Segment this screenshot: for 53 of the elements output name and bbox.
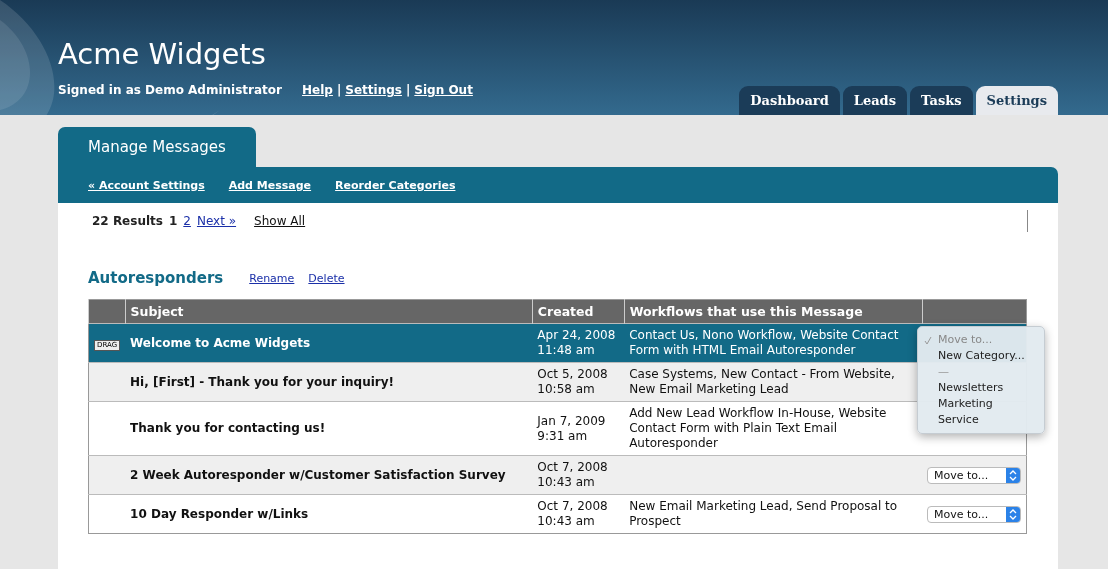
section-link[interactable]: Rename	[249, 271, 295, 285]
column-header: Subject	[125, 299, 533, 324]
header-link[interactable]: Help	[302, 83, 333, 97]
subject-text: Hi, [First] - Thank you for your inquiry!	[130, 374, 395, 389]
workflows-text: Case Systems, New Contact - From Website, New Email Marketing Lead	[629, 367, 895, 396]
app-title: Acme Widgets	[58, 37, 267, 71]
nav-tab[interactable]: Leads	[842, 86, 908, 115]
created-date: Oct 5, 2008	[537, 367, 609, 382]
subject-text: 10 Day Responder w/Links	[130, 506, 309, 521]
menu-separator: —	[937, 364, 950, 380]
nav-link[interactable]: Reorder Categories	[335, 178, 456, 192]
stepper-icon	[1006, 467, 1020, 483]
created-date: Apr 24, 2008	[537, 328, 617, 343]
subject-text: 2 Week Autoresponder w/Customer Satisfaction Survey	[130, 467, 506, 482]
created-date: Oct 7, 2008	[537, 499, 609, 514]
column-header: Created	[532, 299, 625, 324]
link-separator: |	[336, 83, 342, 97]
column-header	[88, 299, 126, 324]
section-link[interactable]: Delete	[308, 271, 345, 285]
workflows-text: Add New Lead Workflow In-House, Website Contact Form with Plain Text Email Autoresponder	[629, 406, 887, 450]
created-time: 10:43 am	[537, 514, 596, 529]
nav-link[interactable]: Add Message	[228, 178, 312, 192]
current-page: 1	[168, 214, 178, 228]
created-time: 10:43 am	[537, 475, 596, 490]
header-link[interactable]: Sign Out	[414, 83, 473, 97]
header-link[interactable]: Settings	[345, 83, 402, 97]
signed-in-text: Signed in as Demo Administrator	[58, 83, 282, 97]
nav-link[interactable]: « Account Settings	[88, 178, 205, 192]
nav-tab[interactable]: Settings	[975, 86, 1058, 115]
results-count: 22 Results	[92, 214, 163, 228]
move-select[interactable]: Move to...	[927, 505, 1021, 523]
subject-text: Welcome to Acme Widgets	[130, 335, 311, 350]
created-date: Oct 7, 2008	[537, 460, 609, 475]
stepper-icon	[1006, 506, 1020, 522]
created-date: Jan 7, 2009	[537, 413, 607, 429]
nav-tab[interactable]: Dashboard	[739, 86, 840, 115]
workflows-text: New Email Marketing Lead, Send Proposal to Prospect	[629, 499, 898, 528]
column-header: Workflows that use this Message	[624, 299, 922, 324]
nav-tab[interactable]: Tasks	[910, 86, 973, 115]
workflows-text: Contact Us, Nono Workflow, Website Contact Form with HTML Email Autoresponder	[629, 328, 899, 357]
created-time: 9:31 am	[537, 428, 589, 444]
table-row[interactable]: 2 Week Autoresponder w/Customer Satisfaction Survey Oct 7, 2008 10:43 am Move to...	[88, 455, 1027, 495]
created-time: 10:58 am	[537, 382, 596, 397]
check-icon	[924, 336, 932, 345]
panel-tab[interactable]: Manage Messages	[58, 127, 256, 167]
move-select[interactable]: Move to...	[927, 466, 1021, 484]
subject-text: Thank you for contacting us!	[130, 421, 326, 435]
show-all-link[interactable]: Show All	[254, 214, 306, 228]
page-link[interactable]: Next »	[196, 214, 237, 228]
page-link[interactable]: 2	[183, 214, 191, 228]
section-title: Autoresponders	[88, 269, 224, 287]
link-separator: |	[405, 83, 411, 97]
created-time: 11:48 am	[537, 343, 596, 358]
